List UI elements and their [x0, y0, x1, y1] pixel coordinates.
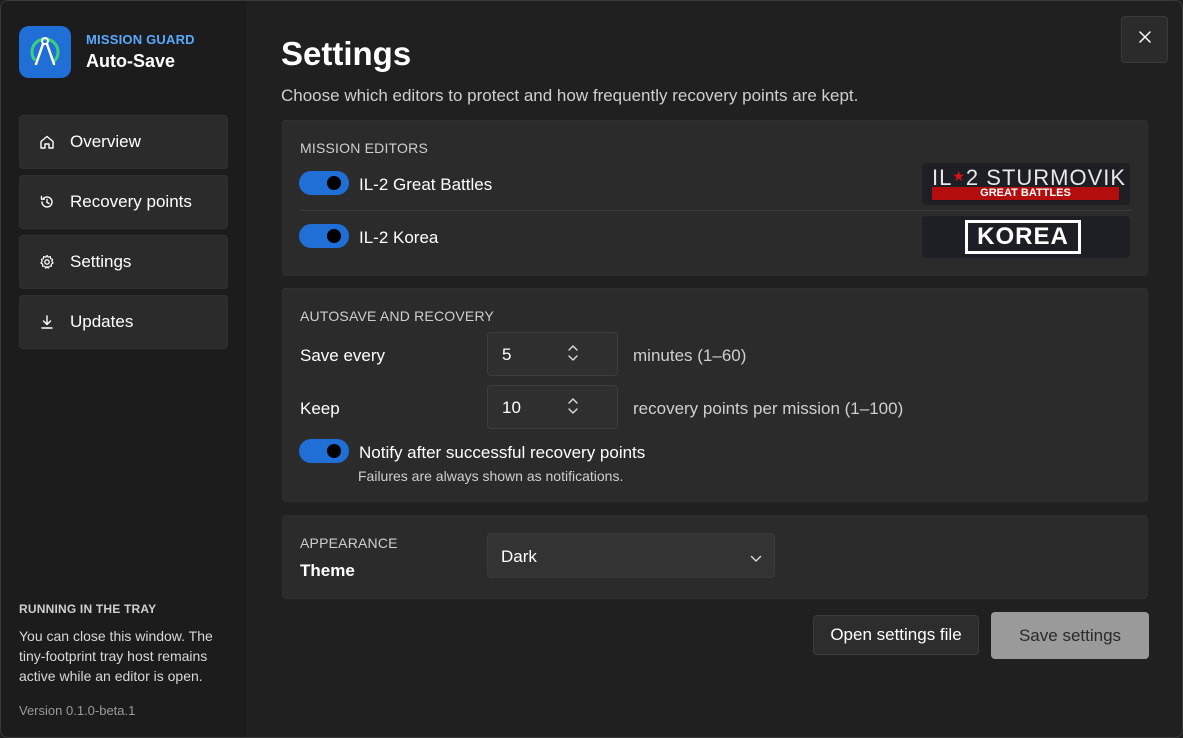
sidebar-item-label: Updates — [70, 312, 134, 331]
app-name: Auto-Save — [86, 51, 176, 71]
download-icon — [38, 313, 56, 331]
tray-heading: RUNNING IN THE TRAY — [19, 602, 157, 616]
spinner-icon[interactable] — [566, 344, 580, 362]
brand-subtitle: MISSION GUARD — [86, 32, 195, 47]
open-settings-file-button[interactable]: Open settings file — [813, 615, 979, 655]
close-button[interactable] — [1121, 16, 1168, 63]
notify-toggle[interactable] — [299, 439, 349, 463]
theme-select[interactable]: Dark — [487, 533, 775, 578]
section-heading: MISSION EDITORS — [300, 140, 428, 156]
home-icon — [38, 133, 56, 151]
il2-great-battles-logo: IL★2 STURMOVIK GREAT BATTLES — [922, 163, 1130, 205]
app-logo-icon — [19, 26, 71, 78]
version-label: Version 0.1.0-beta.1 — [19, 703, 136, 718]
history-icon — [38, 193, 56, 211]
close-icon — [1138, 30, 1152, 49]
editor-label: IL-2 Korea — [359, 228, 439, 247]
theme-value: Dark — [501, 547, 537, 566]
sidebar-item-label: Overview — [70, 132, 141, 151]
page-subtitle: Choose which editors to protect and how … — [281, 86, 859, 105]
divider — [300, 210, 1132, 211]
gear-icon — [38, 253, 56, 271]
il2-korea-logo: KOREA — [922, 216, 1130, 258]
save-settings-button[interactable]: Save settings — [991, 612, 1149, 659]
notify-note: Failures are always shown as notificatio… — [358, 468, 624, 484]
sidebar-item-label: Recovery points — [70, 192, 192, 211]
editor-label: IL-2 Great Battles — [359, 175, 493, 194]
save-every-label: Save every — [300, 346, 386, 365]
section-heading: AUTOSAVE AND RECOVERY — [300, 308, 495, 324]
save-every-suffix: minutes (1–60) — [633, 346, 747, 365]
spinner-icon[interactable] — [566, 397, 580, 415]
il2-great-battles-toggle[interactable] — [299, 171, 349, 195]
tray-info: RUNNING IN THE TRAY You can close this w… — [19, 602, 234, 686]
chevron-down-icon — [750, 550, 762, 568]
theme-label: Theme — [300, 561, 355, 580]
sidebar-item-updates[interactable]: Updates — [19, 295, 228, 349]
logo-subtitle: GREAT BATTLES — [932, 187, 1119, 200]
star-icon: ★ — [952, 168, 966, 184]
tray-description: You can close this window. The tiny-foot… — [19, 628, 213, 684]
keep-label: Keep — [300, 399, 340, 418]
app-window: MISSION GUARD Auto-Save Overview Recover… — [0, 0, 1183, 738]
page-title: Settings — [281, 35, 412, 72]
il2-korea-toggle[interactable] — [299, 224, 349, 248]
mission-editors-card: MISSION EDITORS IL-2 Great Battles IL★2 … — [282, 120, 1148, 276]
sidebar: MISSION GUARD Auto-Save Overview Recover… — [1, 1, 246, 737]
sidebar-nav: Overview Recovery points Settings Update… — [19, 115, 228, 355]
sidebar-item-settings[interactable]: Settings — [19, 235, 228, 289]
save-every-input[interactable]: 5 — [487, 332, 618, 376]
keep-suffix: recovery points per mission (1–100) — [633, 399, 904, 418]
brand: MISSION GUARD Auto-Save — [19, 26, 195, 78]
save-every-value: 5 — [502, 345, 512, 364]
notify-label: Notify after successful recovery points — [359, 443, 646, 462]
sidebar-item-label: Settings — [70, 252, 132, 271]
sidebar-item-recovery-points[interactable]: Recovery points — [19, 175, 228, 229]
appearance-card: APPEARANCE Theme Dark — [282, 515, 1148, 599]
korea-logo-text: KOREA — [965, 220, 1081, 254]
keep-value: 10 — [502, 398, 521, 417]
sidebar-item-overview[interactable]: Overview — [19, 115, 228, 169]
section-heading: APPEARANCE — [300, 535, 398, 551]
autosave-card: AUTOSAVE AND RECOVERY Save every 5 minut… — [282, 288, 1148, 502]
keep-input[interactable]: 10 — [487, 385, 618, 429]
